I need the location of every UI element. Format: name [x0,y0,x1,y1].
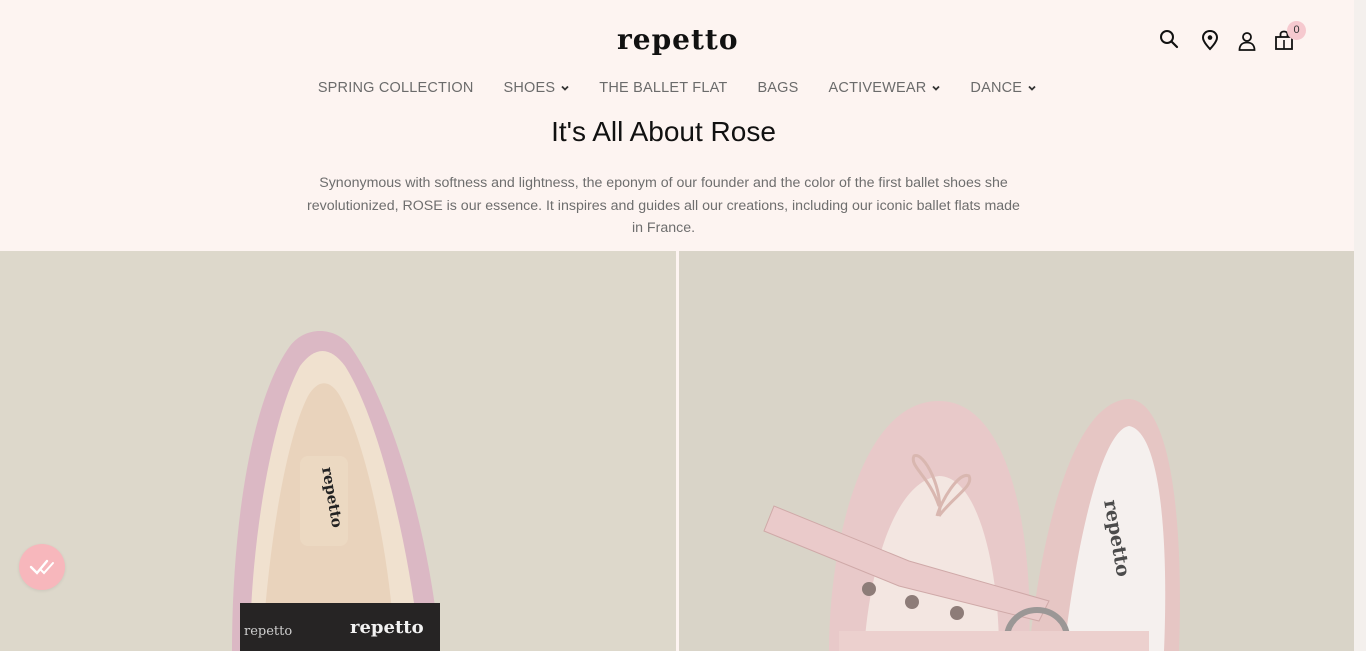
main-nav: SPRING COLLECTION SHOES THE BALLET FLAT … [0,78,1354,98]
nav-item-ballet-flat[interactable]: THE BALLET FLAT [599,78,727,98]
site-header: repetto 0 SPRING COLLECTION SHOES THE BA… [0,0,1354,110]
svg-text:repetto: repetto [244,624,292,639]
brand-logo-mark: repetto [617,23,738,56]
nav-item-label: THE BALLET FLAT [599,80,728,96]
nav-item-label: ACTIVEWEAR [828,80,927,96]
cart-count-badge: 0 [1287,21,1306,40]
nav-item-label: SHOES [503,80,556,96]
account-icon[interactable] [1236,30,1258,52]
chevron-down-icon [561,85,569,91]
svg-text:repetto: repetto [617,23,738,56]
location-icon[interactable] [1199,29,1221,51]
product-gallery: repetto repetto repetto repetto [0,251,1354,651]
svg-text:repetto: repetto [350,617,424,638]
nav-item-label: BAGS [757,80,799,96]
nav-item-bags[interactable]: BAGS [757,78,798,98]
product-image-loafer[interactable]: repetto repetto repetto [0,251,676,651]
nav-item-label: SPRING COLLECTION [317,80,474,96]
nav-item-spring-collection[interactable]: SPRING COLLECTION [318,78,474,98]
nav-item-activewear[interactable]: ACTIVEWEAR [829,78,941,98]
ballet-loafer-image: repetto repetto repetto [0,251,676,651]
hero-description: Synonymous with softness and lightness, … [307,175,1020,236]
page-title: It's All About Rose [551,116,776,147]
verified-badge-button[interactable] [19,544,65,590]
nav-item-shoes[interactable]: SHOES [504,78,570,98]
ballet-flat-image: repetto [679,251,1354,651]
nav-item-dance[interactable]: DANCE [970,78,1036,98]
page-scrollbar[interactable] [1354,0,1366,651]
product-image-ballerina[interactable]: repetto [679,251,1354,651]
search-icon[interactable] [1158,28,1180,50]
chevron-down-icon [1028,85,1036,91]
double-check-icon [29,559,54,575]
nav-item-label: DANCE [970,80,1023,96]
brand-logo[interactable]: repetto [617,22,738,56]
chevron-down-icon [932,85,941,91]
